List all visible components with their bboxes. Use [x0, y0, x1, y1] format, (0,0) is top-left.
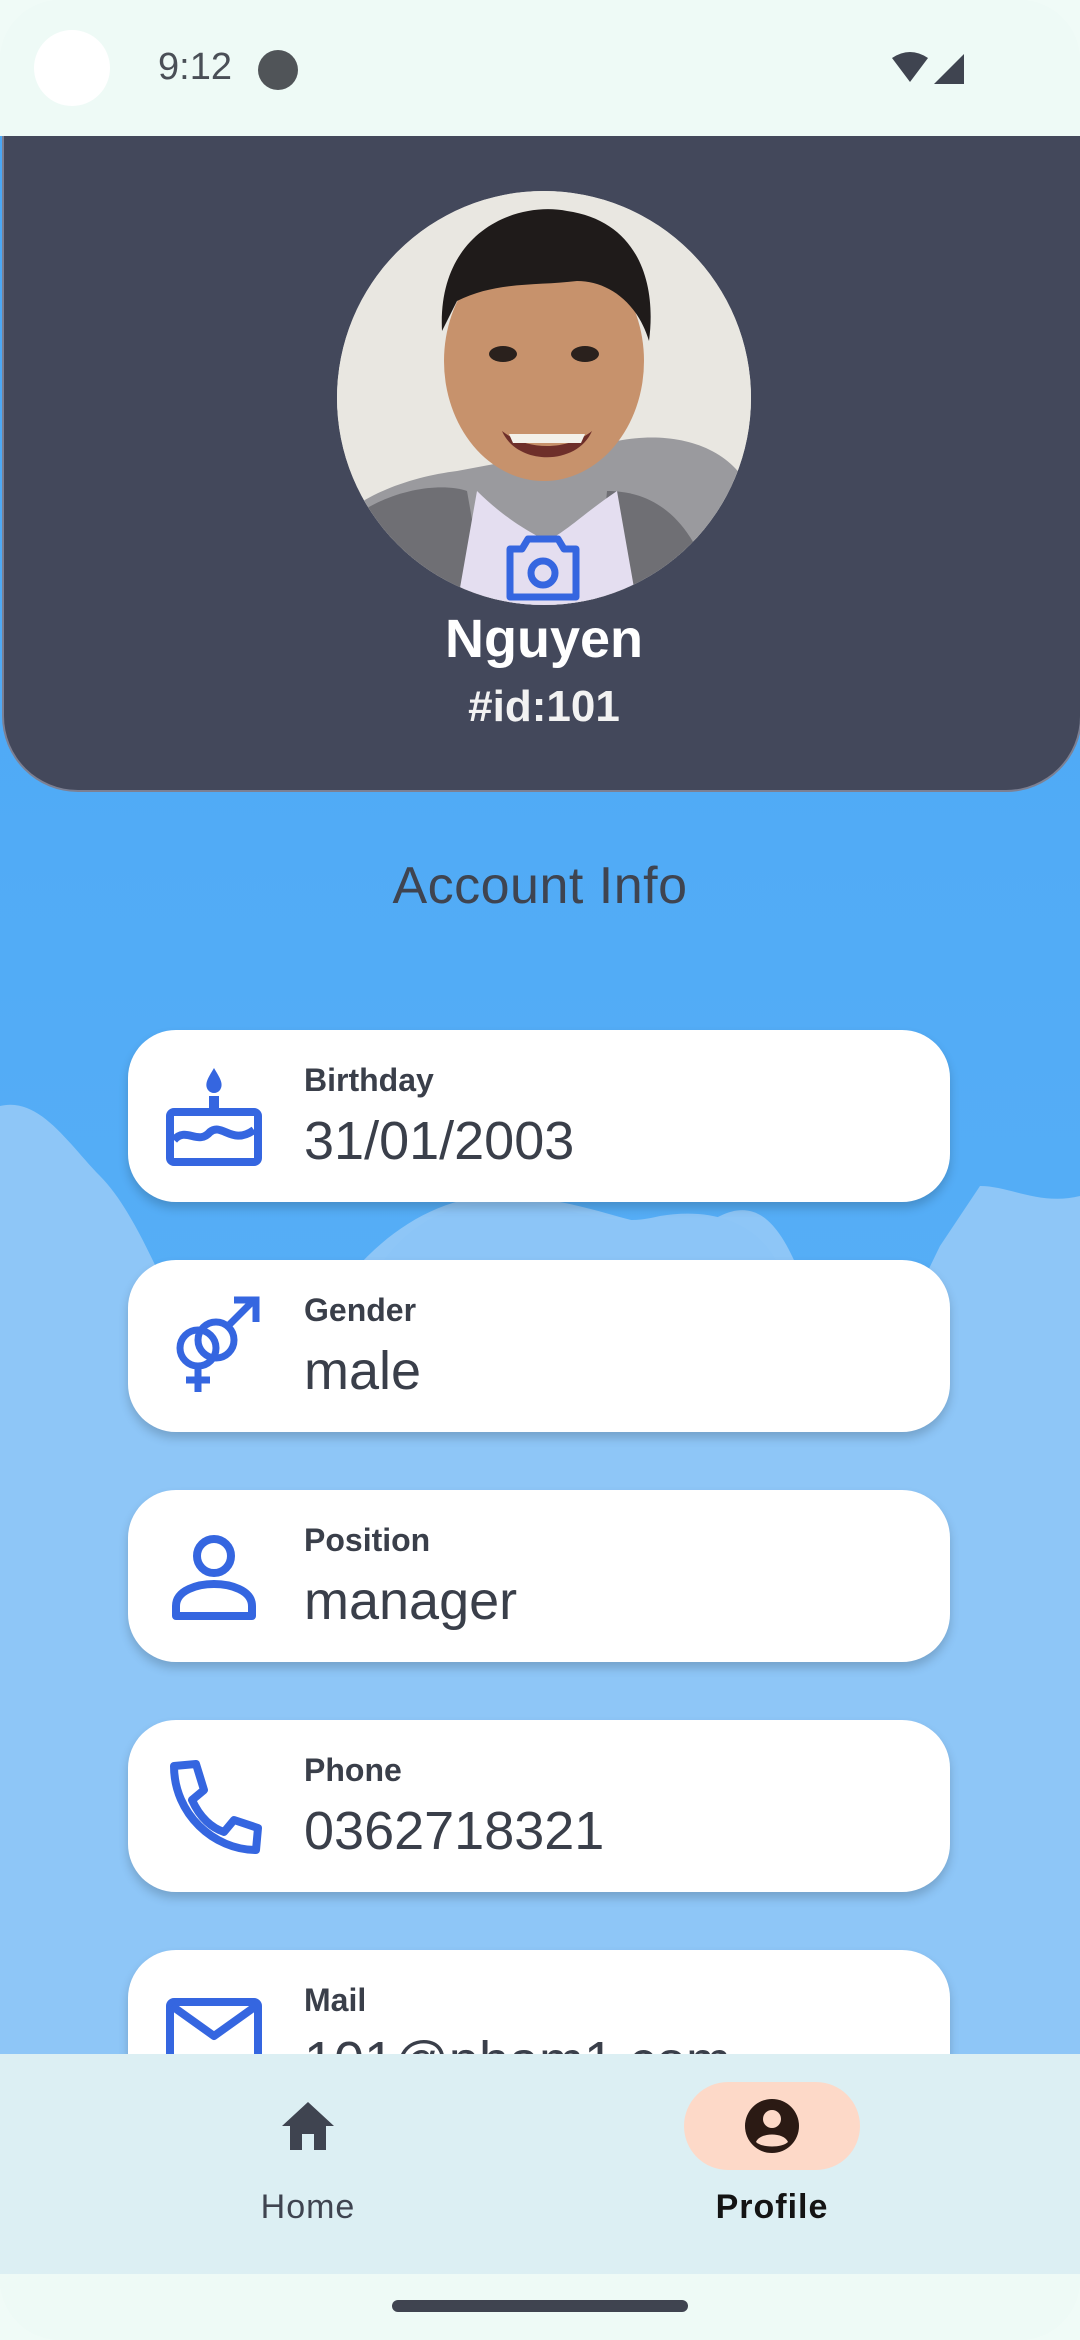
user-id: #id:101: [468, 682, 620, 731]
info-card-mail[interactable]: Mail 101@pham1.com: [128, 1950, 950, 2054]
notification-dot-icon: [258, 50, 298, 90]
position-label: Position: [304, 1522, 431, 1558]
signal-wifi-icon: [892, 52, 964, 84]
profile-header: Nguyen #id:101: [2, 136, 1080, 792]
gesture-area: [0, 2274, 1080, 2340]
bottom-navigation: Home Profile: [0, 2054, 1080, 2274]
mail-label: Mail: [304, 1982, 367, 2018]
profile-content[interactable]: Nguyen #id:101 Account Info Birthday 31/…: [0, 136, 1080, 2054]
mail-icon: [166, 1998, 262, 2054]
phone-icon: [170, 1760, 262, 1854]
status-bar: 9:12: [0, 0, 1080, 136]
section-title: Account Info: [392, 857, 688, 915]
phone-value: 0362718321: [304, 1801, 605, 1861]
cake-icon: [166, 1068, 262, 1166]
user-name: Nguyen: [444, 609, 644, 669]
gender-icon: [176, 1296, 260, 1392]
position-value: manager: [304, 1571, 518, 1631]
gender-value: male: [304, 1341, 422, 1401]
info-card-birthday[interactable]: Birthday 31/01/2003: [128, 1030, 950, 1202]
nav-item-home[interactable]: Home: [128, 2082, 428, 2242]
mail-value: 101@pham1.com: [304, 2030, 731, 2054]
birthday-value: 31/01/2003: [304, 1111, 575, 1171]
screen: 9:12 Nguyen #id:101 Account Info Birthda…: [0, 0, 1080, 2340]
nav-item-profile[interactable]: Profile: [592, 2082, 892, 2242]
account-circle-icon: [745, 2099, 799, 2153]
front-camera-cutout: [34, 30, 110, 106]
nav-label-home: Home: [260, 2188, 356, 2226]
status-time: 9:12: [158, 46, 232, 88]
home-icon: [282, 2102, 334, 2150]
phone-label: Phone: [304, 1752, 402, 1788]
gender-label: Gender: [304, 1292, 417, 1328]
nav-label-profile: Profile: [715, 2188, 829, 2226]
home-gesture-bar[interactable]: [392, 2300, 688, 2312]
info-card-gender[interactable]: Gender male: [128, 1260, 950, 1432]
camera-icon[interactable]: [506, 535, 580, 601]
info-card-position[interactable]: Position manager: [128, 1490, 950, 1662]
info-card-phone[interactable]: Phone 0362718321: [128, 1720, 950, 1892]
person-icon: [172, 1535, 256, 1620]
birthday-label: Birthday: [304, 1062, 434, 1098]
